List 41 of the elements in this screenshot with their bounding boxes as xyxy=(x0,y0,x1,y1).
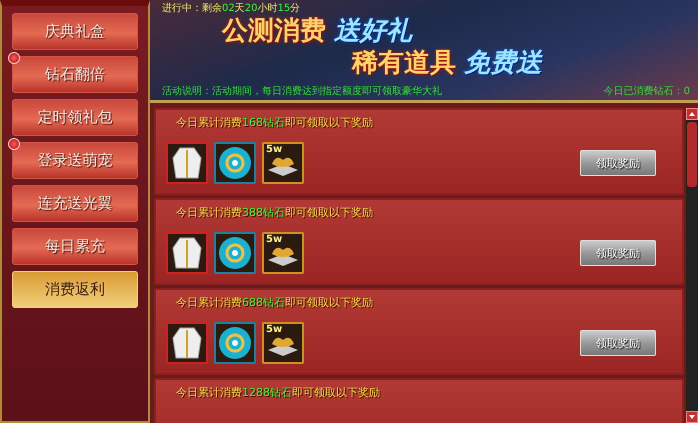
robe-icon xyxy=(172,146,202,180)
claim-button[interactable]: 领取奖励 xyxy=(580,330,656,356)
headline-text: 稀有道具 xyxy=(352,47,456,79)
headline-text: 免费送 xyxy=(464,47,542,79)
quantity-label: 5w xyxy=(266,144,282,155)
scrollbar[interactable] xyxy=(686,108,698,423)
reward-slot[interactable]: 5w xyxy=(262,232,304,274)
countdown-text: 进行中：剩余02天20小时15分 xyxy=(162,2,302,15)
headline-text: 送好礼 xyxy=(334,15,412,47)
reward-slot[interactable] xyxy=(166,142,208,184)
glowing-orb-icon xyxy=(218,146,252,180)
quantity-label: 5w xyxy=(266,234,282,245)
scroll-down-icon[interactable] xyxy=(686,411,698,423)
sidebar-tab[interactable]: 消费返利 xyxy=(12,271,138,308)
glowing-orb-icon xyxy=(218,326,252,360)
scroll-thumb[interactable] xyxy=(687,122,697,187)
sidebar-tab[interactable]: 定时领礼包 xyxy=(12,99,138,136)
reward-slot[interactable] xyxy=(166,322,208,364)
reward-slot[interactable] xyxy=(214,322,256,364)
reward-slot[interactable] xyxy=(214,232,256,274)
tier-title: 今日累计消费388钻石即可领取以下奖励 xyxy=(175,206,374,220)
glowing-orb-icon xyxy=(218,236,252,270)
claim-button[interactable]: 领取奖励 xyxy=(580,150,656,176)
spent-text: 今日已消费钻石：0 xyxy=(604,85,690,98)
claim-button[interactable]: 领取奖励 xyxy=(580,240,656,266)
robe-icon xyxy=(172,236,202,270)
sidebar-tab[interactable]: 每日累充 xyxy=(12,228,138,265)
tier-title: 今日累计消费688钻石即可领取以下奖励 xyxy=(175,296,374,310)
reward-slot[interactable] xyxy=(214,142,256,184)
headline-text: 公测消费 xyxy=(222,15,326,47)
sidebar-tab[interactable]: 庆典礼盒 xyxy=(12,13,138,50)
reward-slot[interactable]: 5w xyxy=(262,322,304,364)
reward-slot[interactable]: 5w xyxy=(262,142,304,184)
reward-slot[interactable] xyxy=(166,232,208,274)
quantity-label: 5w xyxy=(266,324,282,335)
description-text: 活动说明：活动期间，每日消费达到指定额度即可领取豪华大礼 xyxy=(162,85,442,98)
sidebar-tab[interactable]: 连充送光翼 xyxy=(12,185,138,222)
tier-title: 今日累计消费168钻石即可领取以下奖励 xyxy=(175,116,374,130)
scroll-up-icon[interactable] xyxy=(686,108,698,120)
robe-icon xyxy=(172,326,202,360)
tier-title: 今日累计消费1288钻石即可领取以下奖励 xyxy=(175,386,381,400)
